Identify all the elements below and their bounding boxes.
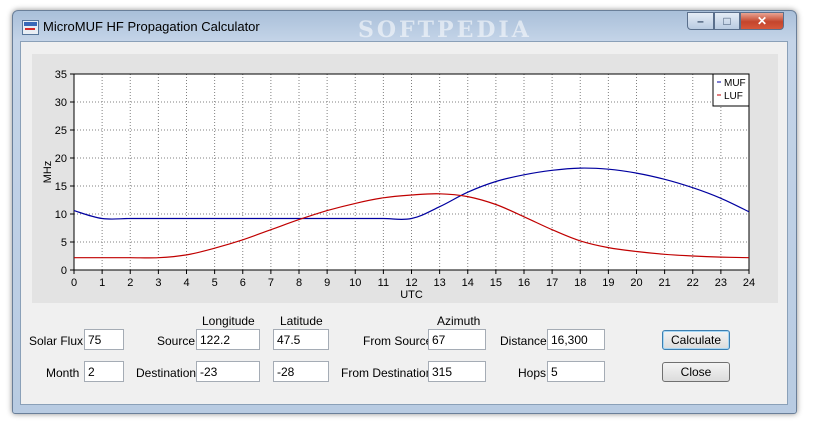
x-tick-label: 20 <box>630 277 642 289</box>
x-tick-label: 13 <box>434 277 446 289</box>
destination-longitude-input[interactable] <box>196 361 260 382</box>
client-area: 0 1 2 3 4 5 6 7 8 9 10 11 12 13 14 15 16 17 18 19 20 21 22 23 24… <box>20 41 788 405</box>
month-label: Month <box>46 366 80 380</box>
x-tick-label: 18 <box>574 277 586 289</box>
legend-entry: MUF <box>724 78 746 89</box>
month-input[interactable] <box>84 361 124 382</box>
source-longitude-input[interactable] <box>196 329 260 350</box>
x-tick-label: 6 <box>240 277 246 289</box>
x-tick-label: 12 <box>405 277 417 289</box>
destination-label: Destination <box>136 366 197 380</box>
close-icon: ✕ <box>756 14 768 28</box>
distance-input[interactable] <box>547 329 605 350</box>
solar-flux-input[interactable] <box>84 329 124 350</box>
legend-entry: LUF <box>724 91 743 102</box>
distance-label: Distance <box>500 334 547 348</box>
x-tick-label: 21 <box>659 277 671 289</box>
minimize-icon: – <box>697 14 704 28</box>
close-button[interactable]: Close <box>662 362 730 382</box>
app-icon[interactable] <box>22 20 39 35</box>
y-tick-label: 30 <box>55 97 67 109</box>
y-tick-label: 25 <box>55 125 67 137</box>
x-tick-label: 11 <box>378 277 389 289</box>
x-tick-label: 8 <box>296 277 302 289</box>
title-bar[interactable]: MicroMUF HF Propagation Calculator SOFTP… <box>13 11 796 43</box>
calculate-button[interactable]: Calculate <box>662 330 730 350</box>
app-window: MicroMUF HF Propagation Calculator SOFTP… <box>12 10 797 414</box>
x-axis-label: UTC <box>400 289 423 301</box>
y-axis-label: MHz <box>42 161 54 184</box>
hops-input[interactable] <box>547 361 605 382</box>
maximize-button[interactable]: □ <box>714 12 740 30</box>
x-tick-label: 19 <box>602 277 614 289</box>
source-label: Source <box>157 334 196 348</box>
chart-svg: 0 1 2 3 4 5 6 7 8 9 10 11 12 13 14 15 16 17 18 19 20 21 22 23 24… <box>42 69 755 301</box>
x-tick-label: 22 <box>687 277 699 289</box>
latitude-header: Latitude <box>280 314 323 328</box>
y-tick-label: 15 <box>55 181 67 193</box>
x-tick-label: 7 <box>268 277 274 289</box>
x-tick-label: 16 <box>518 277 530 289</box>
y-tick-label: 5 <box>61 237 67 249</box>
x-tick-label: 17 <box>546 277 558 289</box>
from-source-label: From Source <box>363 334 433 348</box>
x-tick-label: 2 <box>127 277 133 289</box>
x-tick-label: 5 <box>212 277 218 289</box>
solar-flux-label: Solar Flux <box>29 334 84 348</box>
from-source-input[interactable] <box>428 329 486 350</box>
from-destination-input[interactable] <box>428 361 486 382</box>
window-title: MicroMUF HF Propagation Calculator <box>43 19 260 34</box>
source-latitude-input[interactable] <box>273 329 329 350</box>
x-tick-label: 1 <box>99 277 105 289</box>
azimuth-header: Azimuth <box>437 314 481 328</box>
y-tick-label: 20 <box>55 153 67 165</box>
x-tick-label: 0 <box>71 277 77 289</box>
y-tick-label: 0 <box>61 265 67 277</box>
x-tick-label: 3 <box>155 277 161 289</box>
maximize-icon: □ <box>723 14 731 28</box>
propagation-chart: 0 1 2 3 4 5 6 7 8 9 10 11 12 13 14 15 16 17 18 19 20 21 22 23 24… <box>32 54 778 303</box>
x-tick-label: 23 <box>715 277 727 289</box>
longitude-header: Longitude <box>202 314 255 328</box>
plot-area <box>74 74 749 270</box>
x-tick-label: 15 <box>490 277 502 289</box>
x-tick-label: 24 <box>743 277 755 289</box>
watermark-text: SOFTPEDIA <box>358 17 532 43</box>
y-tick-label: 10 <box>55 209 67 221</box>
hops-label: Hops <box>518 366 547 380</box>
x-tick-label: 4 <box>183 277 189 289</box>
destination-latitude-input[interactable] <box>273 361 329 382</box>
x-tick-label: 9 <box>324 277 330 289</box>
close-window-button[interactable]: ✕ <box>740 12 784 30</box>
x-tick-label: 10 <box>349 277 361 289</box>
y-tick-label: 35 <box>55 69 67 81</box>
from-destination-label: From Destination <box>341 366 433 380</box>
x-tick-label: 14 <box>462 277 474 289</box>
minimize-button[interactable]: – <box>687 12 714 30</box>
